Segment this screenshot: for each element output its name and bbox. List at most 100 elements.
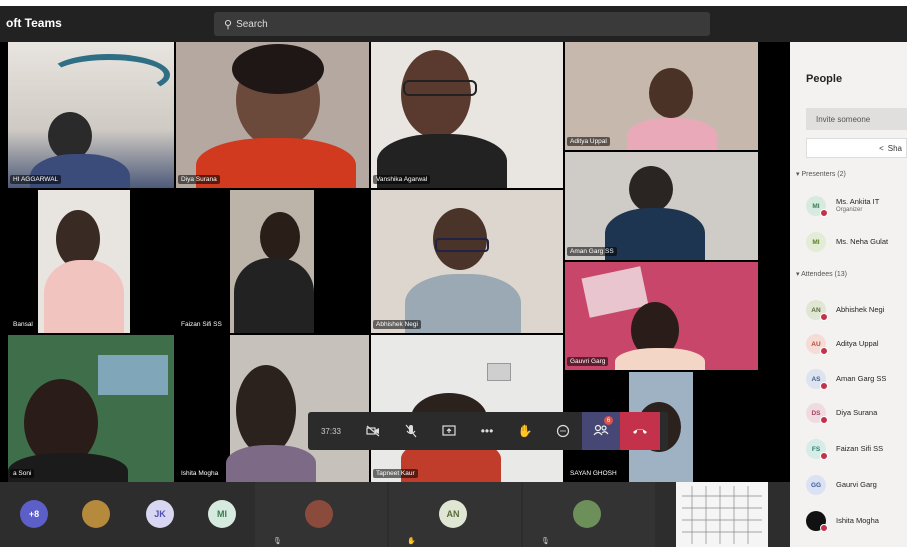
- background-window: [98, 355, 168, 395]
- video-tile[interactable]: a Soni: [8, 335, 174, 482]
- participant-figure: [405, 274, 521, 333]
- share-label: Sha: [887, 143, 902, 153]
- person-name: Aman Garg SS: [836, 374, 887, 383]
- hang-up-button[interactable]: [620, 412, 660, 450]
- participant-name-label: Aman Garg SS: [567, 247, 617, 256]
- person-name: Ishita Mogha: [836, 516, 879, 525]
- participant-name-label: Vanshika Agarwal: [373, 175, 431, 184]
- attendee-item[interactable]: DS Diya Surana: [806, 401, 907, 425]
- participant-strip: +8 JK MI 🎙 AN ✋ 🎙: [0, 482, 790, 547]
- avatar: [573, 500, 601, 528]
- video-tile[interactable]: Faizan Sifi SS: [176, 190, 369, 333]
- app-title: oft Teams: [6, 16, 62, 30]
- people-icon: [593, 424, 609, 439]
- video-tile[interactable]: Aman Garg SS: [565, 152, 758, 260]
- participant-figure: [48, 112, 92, 160]
- participant-figure: [226, 445, 316, 482]
- search-input[interactable]: ⚲ Search: [214, 12, 710, 36]
- panel-title: People: [806, 73, 843, 85]
- person-role: Organizer: [836, 207, 863, 213]
- video-tile[interactable]: Tapneet Kaur: [371, 335, 563, 482]
- switchboard: [487, 363, 511, 381]
- participant-name-label: Gauvri Garg: [567, 357, 609, 366]
- avatar: GG: [806, 475, 826, 495]
- chat-icon[interactable]: [544, 412, 582, 450]
- attendee-item[interactable]: AN Abhishek Negi: [806, 298, 907, 322]
- mic-off-icon[interactable]: [392, 412, 430, 450]
- attendee-item[interactable]: Ishita Mogha: [806, 509, 907, 533]
- video-tile[interactable]: Aditya Uppal: [565, 42, 758, 150]
- overflow-participants-bubble[interactable]: +8: [20, 500, 48, 528]
- presenter-item[interactable]: MI Ms. Ankita IT Organizer: [806, 194, 907, 218]
- video-tile[interactable]: HI AGGARWAL: [8, 42, 174, 188]
- person-name: Diya Surana: [836, 408, 878, 417]
- invite-input[interactable]: Invite someone: [806, 108, 907, 130]
- attendee-item[interactable]: GG Gaurvi Garg: [806, 473, 907, 497]
- participant-figure: [629, 166, 673, 212]
- participant-name-label: Diya Surana: [178, 175, 220, 184]
- participant-strip-tile[interactable]: 🎙: [523, 482, 655, 547]
- avatar: [305, 500, 333, 528]
- camera-off-icon[interactable]: [354, 412, 392, 450]
- raise-hand-icon[interactable]: ✋: [506, 412, 544, 450]
- participant-name-label: Bansal: [10, 320, 36, 329]
- participant-name-label: Abhishek Negi: [373, 320, 421, 329]
- status-badge: [820, 313, 828, 321]
- avatar[interactable]: JK: [146, 500, 174, 528]
- participant-name-label: SAYAN GHOSH: [567, 469, 620, 478]
- participant-strip-tile[interactable]: AN ✋: [389, 482, 521, 547]
- video-tile[interactable]: Gauvri Garg: [565, 262, 758, 370]
- call-timer: 37:33: [320, 426, 342, 436]
- hang-up-icon: [632, 424, 648, 438]
- participant-figure: [196, 138, 356, 188]
- person-name: Ms. Neha Gulat: [836, 237, 889, 246]
- video-tile[interactable]: Bansal: [8, 190, 174, 333]
- glasses: [403, 80, 477, 96]
- more-options-icon[interactable]: •••: [468, 412, 506, 450]
- share-screen-icon[interactable]: [430, 412, 468, 450]
- avatar: MI: [806, 232, 826, 252]
- participant-name-label: a Soni: [10, 469, 35, 478]
- attendee-item[interactable]: FS Faizan Sifi SS: [806, 437, 907, 461]
- status-badge: [820, 382, 828, 390]
- meeting-controls: 37:33 ••• ✋ 6: [308, 412, 668, 450]
- shared-content-thumbnail[interactable]: [676, 482, 768, 547]
- search-icon: ⚲: [224, 18, 233, 31]
- video-grid: HI AGGARWAL Diya Surana Vanshika Agarwal…: [0, 42, 790, 482]
- participant-figure: [232, 44, 324, 94]
- participant-name-label: Ishita Mogha: [178, 469, 222, 478]
- avatar[interactable]: [82, 500, 110, 528]
- status-badge: [820, 209, 828, 217]
- presenters-header[interactable]: ▾ Presenters (2): [796, 170, 846, 178]
- mic-icon: 🎙: [541, 538, 550, 545]
- share-icon: <: [879, 143, 884, 153]
- search-placeholder: Search: [236, 18, 268, 30]
- attendees-header[interactable]: ▾ Attendees (13): [796, 270, 847, 278]
- avatar[interactable]: MI: [208, 500, 236, 528]
- title-bar: oft Teams ⚲ Search: [0, 6, 907, 42]
- attendee-item[interactable]: AS Aman Garg SS: [806, 367, 907, 391]
- glasses: [435, 238, 489, 252]
- participant-name-label: Aditya Uppal: [567, 137, 610, 146]
- presenter-item[interactable]: MI Ms. Neha Gulat: [806, 230, 907, 254]
- person-name: Abhishek Negi: [836, 305, 885, 314]
- attendees-label: Attendees (13): [801, 271, 847, 278]
- share-invite-button[interactable]: < Sha: [806, 138, 907, 158]
- video-tile[interactable]: Ishita Mogha: [176, 335, 369, 482]
- participant-figure: [605, 208, 705, 260]
- participant-figure: [627, 118, 717, 150]
- video-tile[interactable]: Vanshika Agarwal: [371, 42, 563, 188]
- avatar: AN: [439, 500, 467, 528]
- people-panel: People Invite someone < Sha ▾ Presenters…: [790, 42, 907, 547]
- participant-name-label: HI AGGARWAL: [10, 175, 62, 184]
- participant-strip-tile[interactable]: 🎙: [255, 482, 387, 547]
- person-name: Faizan Sifi SS: [836, 444, 884, 453]
- video-tile[interactable]: Abhishek Negi: [371, 190, 563, 333]
- person-name: Ms. Ankita IT: [836, 197, 880, 206]
- participants-button[interactable]: 6: [582, 412, 620, 450]
- person-name: Aditya Uppal: [836, 339, 879, 348]
- video-tile[interactable]: Diya Surana: [176, 42, 369, 188]
- status-badge: [820, 416, 828, 424]
- chevron-down-icon: ▾: [796, 271, 800, 278]
- attendee-item[interactable]: AU Aditya Uppal: [806, 332, 907, 356]
